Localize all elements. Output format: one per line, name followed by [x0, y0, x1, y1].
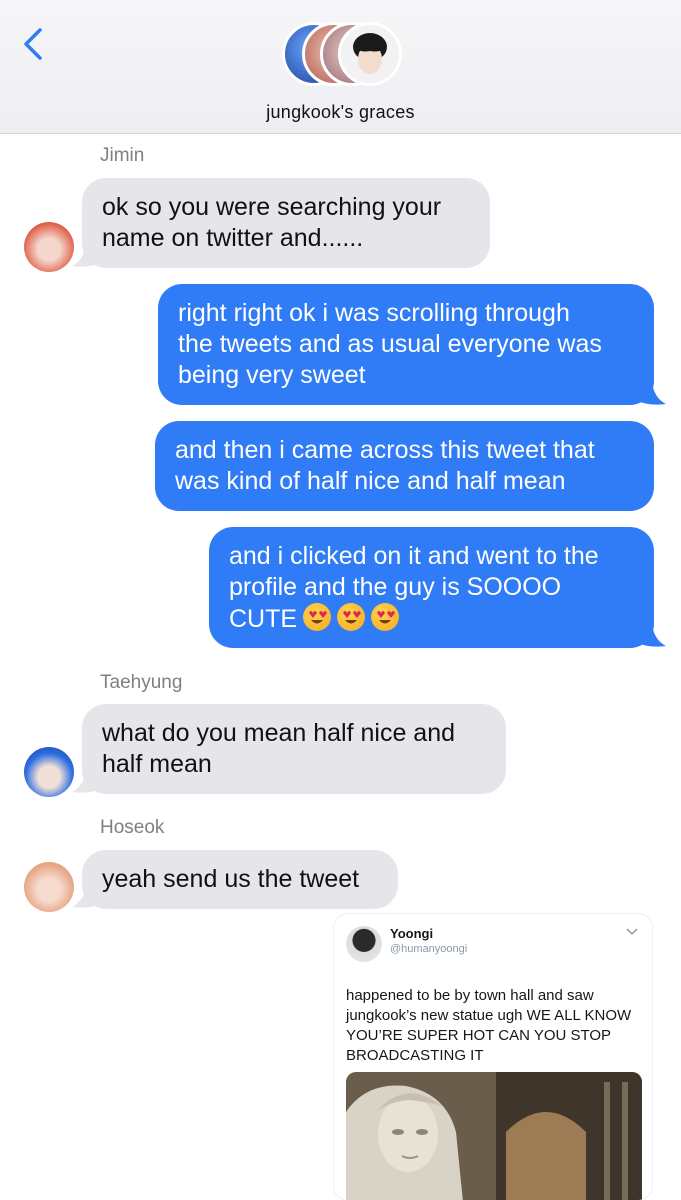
message-line: profile and the guy is SOOOO — [229, 573, 562, 601]
message-line: ok so you were searching your — [102, 193, 442, 221]
message-line: half mean — [102, 750, 212, 778]
conversation-header: jungkook's graces — [0, 0, 681, 134]
message-line: being very sweet — [178, 361, 366, 389]
message-bubble-incoming[interactable]: what do you mean half nice and half mean — [82, 704, 506, 794]
message-bubble-outgoing[interactable]: right right ok i was scrolling through t… — [158, 284, 654, 405]
message-line: and then i came across this tweet that — [175, 436, 595, 464]
message-line: name on twitter and...... — [102, 224, 364, 252]
tweet-author-name: Yoongi — [390, 926, 434, 941]
heart-eyes-emoji-icon — [303, 603, 332, 631]
statue-photo — [346, 1072, 642, 1200]
message-bubble-outgoing[interactable]: and i clicked on it and went to the prof… — [209, 527, 654, 648]
group-avatars[interactable] — [282, 22, 402, 88]
group-name[interactable]: jungkook's graces — [0, 102, 681, 123]
message-bubble-incoming[interactable]: ok so you were searching your name on tw… — [82, 178, 490, 268]
tweet-screenshot[interactable]: Yoongi @humanyoongi happened to be by to… — [334, 914, 652, 1200]
message-line: the tweets and as usual everyone was — [178, 330, 602, 358]
message-line: was kind of half nice and half mean — [175, 467, 566, 495]
message-line: right right ok i was scrolling through — [178, 299, 570, 327]
chevron-left-icon — [24, 28, 42, 60]
heart-eyes-emoji-icon — [371, 603, 400, 631]
back-button[interactable] — [18, 26, 50, 62]
message-line: and i clicked on it and went to the — [229, 542, 599, 570]
avatar-taehyung[interactable] — [24, 747, 74, 797]
tweet-text: happened to be by town hall and saw jung… — [346, 987, 632, 1064]
sender-name: Jimin — [100, 145, 145, 166]
sender-name: Hoseok — [100, 817, 165, 838]
message-line: yeah send us the tweet — [102, 865, 360, 893]
message-bubble-incoming[interactable]: yeah send us the tweet — [82, 850, 398, 909]
heart-eyes-emoji-icon — [337, 603, 366, 631]
message-line-with-emoji: CUTE — [229, 603, 634, 635]
message-text: CUTE — [229, 605, 298, 633]
tweet-avatar — [346, 926, 382, 962]
sender-name: Taehyung — [100, 672, 183, 693]
avatar-jimin[interactable] — [24, 222, 74, 272]
tweet-author-handle: @humanyoongi — [390, 943, 468, 955]
group-avatar-4 — [338, 22, 402, 86]
message-line: what do you mean half nice and — [102, 719, 456, 747]
message-bubble-outgoing[interactable]: and then i came across this tweet that w… — [155, 421, 654, 511]
avatar-hoseok[interactable] — [24, 862, 74, 912]
chevron-down-icon — [626, 928, 638, 936]
